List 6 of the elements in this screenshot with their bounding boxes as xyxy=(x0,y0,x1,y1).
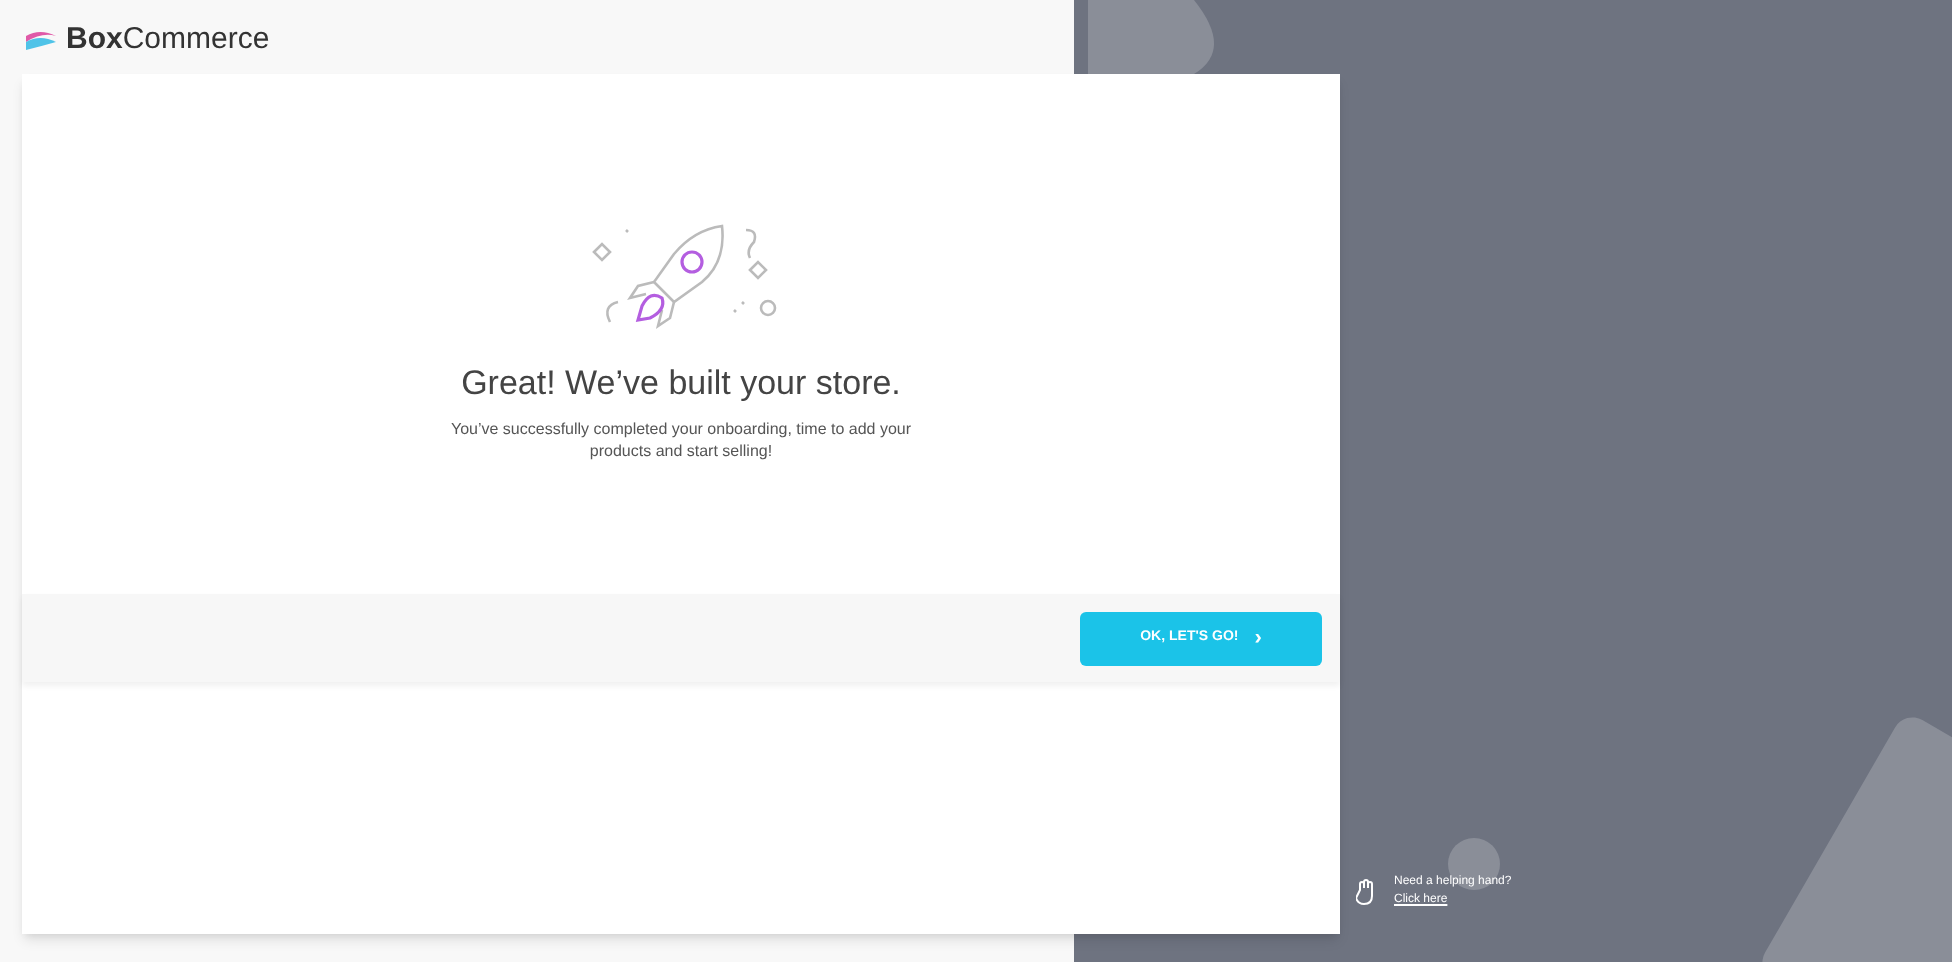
chevron-icon: › xyxy=(1254,627,1262,649)
logo-text: BoxCommerce xyxy=(66,20,270,60)
hand-icon xyxy=(1356,878,1378,906)
dialog-title: Great! We’ve built your store. xyxy=(461,362,901,406)
dialog-message: You’ve successfully completed your onboarding, time to add your products and start selling! xyxy=(448,417,914,461)
logo-icon xyxy=(24,29,58,52)
